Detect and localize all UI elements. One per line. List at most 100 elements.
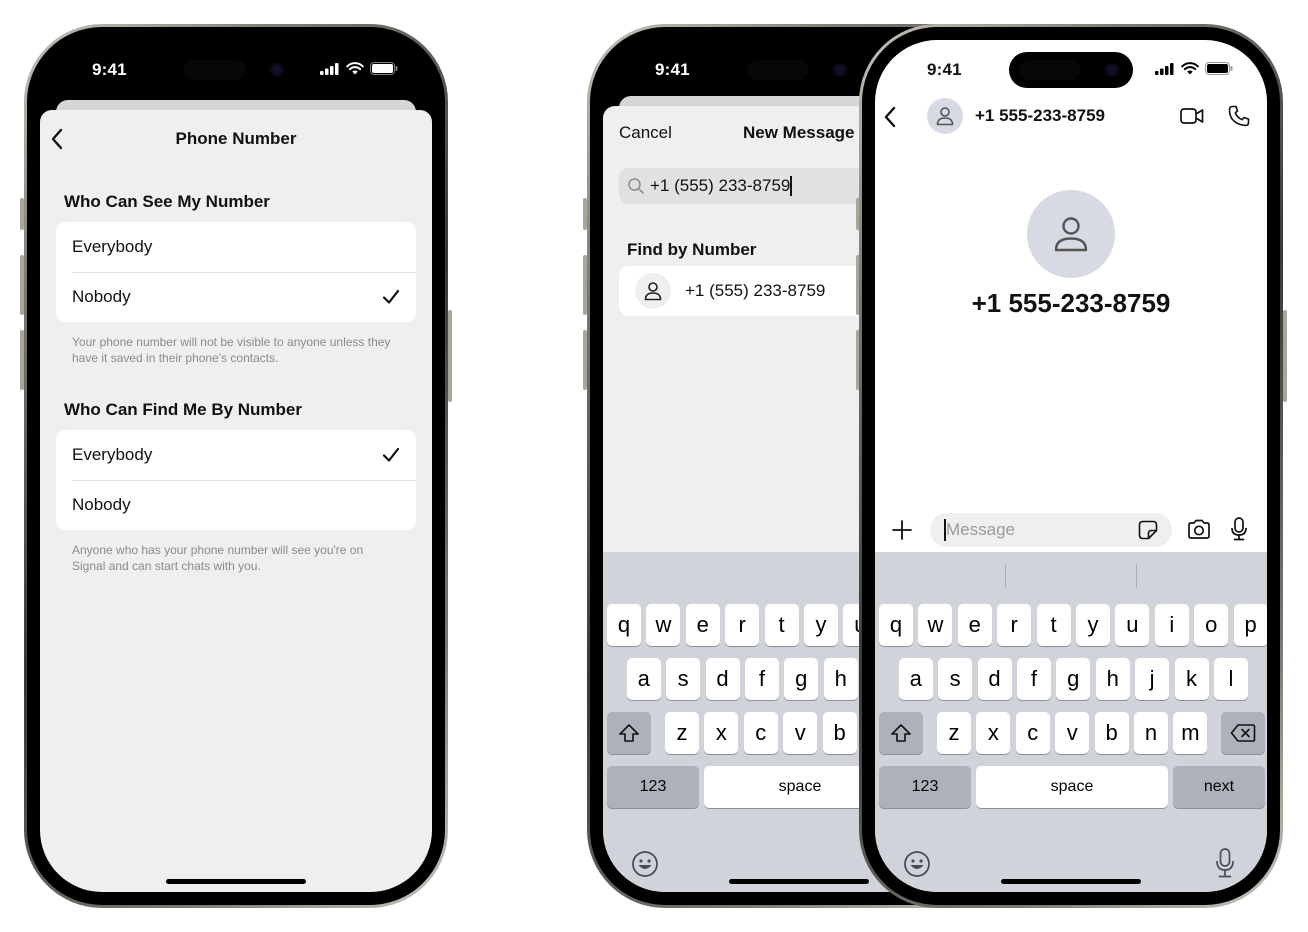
microphone-icon[interactable] <box>1230 517 1248 541</box>
key-p[interactable]: p <box>1233 604 1267 646</box>
key-c[interactable]: c <box>743 712 778 754</box>
key-v[interactable]: v <box>783 712 818 754</box>
message-input[interactable] <box>946 520 1126 540</box>
emoji-icon[interactable] <box>631 850 659 878</box>
suggestion-divider <box>1005 564 1006 588</box>
key-e[interactable]: e <box>957 604 992 646</box>
key-b[interactable]: b <box>1094 712 1129 754</box>
key-i[interactable]: i <box>1154 604 1189 646</box>
key-e[interactable]: e <box>685 604 720 646</box>
key-y[interactable]: y <box>804 604 838 646</box>
profile-avatar <box>1027 190 1115 278</box>
search-input[interactable]: +1 (555) 233-8759 <box>650 176 790 196</box>
key-f[interactable]: f <box>1016 658 1051 700</box>
key-y[interactable]: y <box>1076 604 1110 646</box>
home-indicator <box>729 879 869 884</box>
shift-icon <box>619 724 639 742</box>
key-u[interactable]: u <box>1115 604 1150 646</box>
result-number: +1 (555) 233-8759 <box>685 281 826 300</box>
phone-frame-settings: 9:41 Phone Number Who Can See My Number … <box>24 24 448 908</box>
option-label: Nobody <box>72 287 131 306</box>
key-h[interactable]: h <box>1095 658 1130 700</box>
delete-icon <box>1230 724 1256 742</box>
key-r[interactable]: r <box>725 604 760 646</box>
battery-icon <box>370 62 398 75</box>
key-h[interactable]: h <box>823 658 858 700</box>
home-indicator <box>166 879 306 884</box>
shift-key[interactable] <box>607 712 651 754</box>
shift-icon <box>891 724 911 742</box>
key-l[interactable]: l <box>1213 658 1248 700</box>
key-r[interactable]: r <box>997 604 1032 646</box>
home-indicator <box>1001 879 1141 884</box>
key-a[interactable]: a <box>626 658 661 700</box>
camera-icon[interactable] <box>1187 519 1211 540</box>
footnote-find-by-number: Anyone who has your phone number will se… <box>72 543 364 573</box>
key-w[interactable]: w <box>646 604 681 646</box>
person-icon <box>644 282 662 301</box>
numbers-key[interactable]: 123 <box>879 766 971 808</box>
key-g[interactable]: g <box>1056 658 1091 700</box>
plus-icon[interactable] <box>892 520 912 540</box>
key-f[interactable]: f <box>744 658 779 700</box>
numbers-key[interactable]: 123 <box>607 766 699 808</box>
key-c[interactable]: c <box>1015 712 1050 754</box>
header-contact-number[interactable]: +1 555-233-8759 <box>975 106 1105 126</box>
phone-icon[interactable] <box>1228 105 1250 127</box>
key-n[interactable]: n <box>1134 712 1168 754</box>
see-number-options: Everybody Nobody <box>56 222 416 322</box>
key-o[interactable]: o <box>1194 604 1229 646</box>
status-time: 9:41 <box>92 60 127 79</box>
key-w[interactable]: w <box>918 604 953 646</box>
key-s[interactable]: s <box>938 658 973 700</box>
key-k[interactable]: k <box>1174 658 1209 700</box>
key-z[interactable]: z <box>937 712 971 754</box>
key-j[interactable]: j <box>1135 658 1170 700</box>
option-find-nobody[interactable]: Nobody <box>56 480 416 530</box>
shift-key[interactable] <box>879 712 923 754</box>
key-q[interactable]: q <box>607 604 641 646</box>
chevron-left-icon[interactable] <box>883 106 897 128</box>
video-camera-icon[interactable] <box>1180 107 1204 125</box>
next-key[interactable]: next <box>1173 766 1265 808</box>
message-field[interactable] <box>930 513 1172 547</box>
page-title: New Message <box>743 123 855 142</box>
key-t[interactable]: t <box>764 604 799 646</box>
status-icons <box>1155 62 1233 75</box>
cancel-button[interactable]: Cancel <box>619 123 672 143</box>
key-q[interactable]: q <box>879 604 913 646</box>
key-a[interactable]: a <box>898 658 933 700</box>
key-x[interactable]: x <box>976 712 1011 754</box>
emoji-icon[interactable] <box>903 850 931 878</box>
page-title: Phone Number <box>175 129 297 148</box>
cellular-signal-icon <box>1155 62 1174 75</box>
option-find-everybody[interactable]: Everybody <box>56 430 416 480</box>
section-title-find-by-number: Find by Number <box>627 240 757 259</box>
keyboard: qwertyuiop asdfghjkl zxcvbnm 123spacenext <box>875 552 1267 892</box>
person-icon <box>1054 217 1088 252</box>
key-t[interactable]: t <box>1036 604 1071 646</box>
header-avatar[interactable] <box>927 98 963 134</box>
dictation-mic-icon[interactable] <box>1215 848 1235 878</box>
sticker-icon[interactable] <box>1138 520 1158 540</box>
key-b[interactable]: b <box>822 712 857 754</box>
option-see-everybody[interactable]: Everybody <box>56 222 416 272</box>
dynamic-island <box>737 52 861 88</box>
option-see-nobody[interactable]: Nobody <box>56 272 416 322</box>
status-bar: 9:41 <box>875 40 1267 96</box>
key-v[interactable]: v <box>1055 712 1090 754</box>
settings-sheet: Phone Number Who Can See My Number Every… <box>40 110 432 892</box>
option-label: Nobody <box>72 495 131 514</box>
key-s[interactable]: s <box>666 658 701 700</box>
key-d[interactable]: d <box>977 658 1012 700</box>
avatar <box>635 273 671 309</box>
delete-key[interactable] <box>1221 712 1265 754</box>
key-x[interactable]: x <box>704 712 739 754</box>
key-m[interactable]: m <box>1173 712 1208 754</box>
key-d[interactable]: d <box>705 658 740 700</box>
key-g[interactable]: g <box>784 658 819 700</box>
profile-number: +1 555-233-8759 <box>971 288 1171 318</box>
space-key[interactable]: space <box>976 766 1168 808</box>
key-z[interactable]: z <box>665 712 699 754</box>
dynamic-island <box>174 52 298 88</box>
